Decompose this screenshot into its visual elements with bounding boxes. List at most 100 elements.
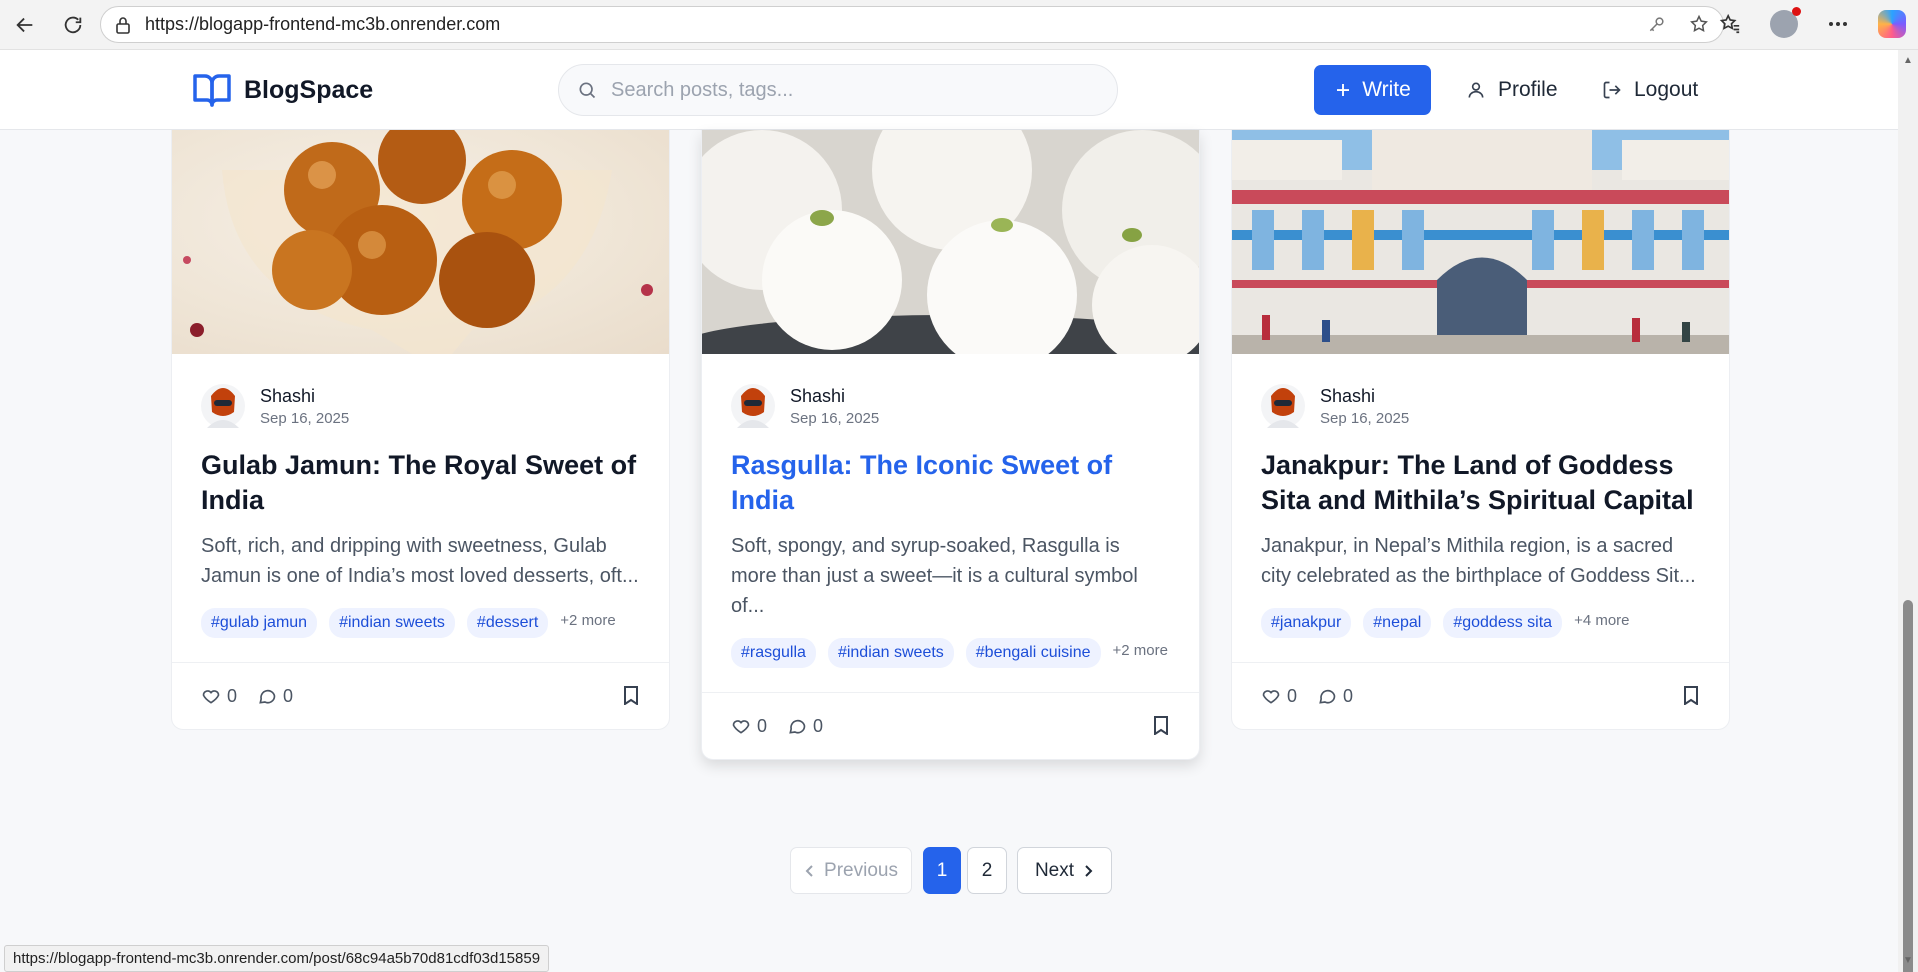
- author-name[interactable]: Shashi: [790, 386, 879, 407]
- url-text: https://blogapp-frontend-mc3b.onrender.c…: [145, 14, 501, 34]
- address-bar[interactable]: https://blogapp-frontend-mc3b.onrender.c…: [100, 6, 1724, 43]
- reload-button[interactable]: [56, 8, 90, 42]
- tag-chip[interactable]: #dessert: [466, 608, 549, 638]
- next-label: Next: [1034, 859, 1075, 881]
- page-scrollbar[interactable]: ▲ ▼: [1898, 50, 1918, 972]
- post-date: Sep 16, 2025: [790, 409, 880, 427]
- tag-chip[interactable]: #goddess sita: [1443, 608, 1563, 638]
- logout-icon: [1603, 81, 1621, 99]
- chevron-left-icon: [805, 864, 813, 877]
- comment-button[interactable]: 0: [787, 716, 823, 737]
- like-count: 0: [227, 685, 238, 706]
- favorites-icon[interactable]: [1714, 8, 1746, 40]
- author-name[interactable]: Shashi: [1320, 386, 1409, 407]
- reload-icon: [64, 16, 82, 33]
- tag-chip[interactable]: #indian sweets: [329, 608, 455, 638]
- back-arrow-icon: [16, 17, 33, 32]
- page-number: 2: [981, 859, 993, 881]
- tag-chip[interactable]: #bengali cuisine: [965, 638, 1101, 668]
- post-cover-image[interactable]: [172, 130, 669, 354]
- post-card[interactable]: Shashi Sep 16, 2025 Rasgulla: The Iconic…: [701, 130, 1200, 760]
- post-date: Sep 16, 2025: [1320, 409, 1410, 427]
- bookmark-icon[interactable]: [622, 685, 640, 705]
- bookmark-icon[interactable]: [1682, 685, 1700, 705]
- plus-icon: [1337, 84, 1350, 96]
- brand-logo[interactable]: BlogSpace: [192, 72, 373, 108]
- author-avatar[interactable]: [1261, 382, 1305, 430]
- site-info-icon: [116, 16, 130, 34]
- like-count: 0: [757, 715, 768, 736]
- heart-icon: [1262, 690, 1280, 704]
- post-excerpt: Soft, spongy, and syrup-soaked, Rasgulla…: [731, 535, 1138, 617]
- like-button[interactable]: 0: [201, 686, 237, 707]
- more-tags: +2 more: [560, 611, 616, 629]
- key-icon[interactable]: [1647, 14, 1667, 34]
- pagination: Previous 1 2 Next: [0, 847, 1898, 894]
- next-page-button[interactable]: Next: [1017, 847, 1112, 894]
- tag-chip[interactable]: #nepal: [1363, 608, 1432, 638]
- post-date: Sep 16, 2025: [260, 409, 350, 427]
- profile-label: Profile: [1498, 78, 1558, 101]
- post-title[interactable]: Janakpur: The Land of Goddess Sita and M…: [1261, 448, 1700, 518]
- heart-icon: [202, 690, 220, 704]
- profile-avatar[interactable]: [1768, 7, 1801, 40]
- back-button[interactable]: [8, 8, 42, 42]
- copilot-icon[interactable]: [1876, 8, 1908, 40]
- profile-link[interactable]: Profile: [1466, 65, 1558, 115]
- post-card[interactable]: Shashi Sep 16, 2025 Janakpur: The Land o…: [1231, 130, 1730, 730]
- bookmark-icon[interactable]: [1152, 715, 1170, 735]
- write-label: Write: [1362, 78, 1411, 101]
- post-title[interactable]: Gulab Jamun: The Royal Sweet of India: [201, 448, 640, 518]
- more-tags: +4 more: [1574, 611, 1630, 629]
- previous-label: Previous: [824, 859, 898, 881]
- search-input[interactable]: [611, 78, 1071, 102]
- brand-name: BlogSpace: [244, 75, 374, 104]
- scroll-down-arrow-icon[interactable]: ▼: [1903, 956, 1913, 966]
- scroll-thumb[interactable]: [1903, 600, 1913, 972]
- logout-label: Logout: [1634, 78, 1699, 101]
- page-button-1[interactable]: 1: [923, 847, 961, 894]
- write-button[interactable]: Write: [1314, 65, 1431, 115]
- comment-count: 0: [813, 715, 824, 736]
- previous-page-button[interactable]: Previous: [790, 847, 912, 894]
- tag-chip[interactable]: #rasgulla: [731, 638, 816, 668]
- post-cover-image[interactable]: [702, 130, 1199, 354]
- like-count: 0: [1287, 685, 1298, 706]
- comment-button[interactable]: 0: [257, 686, 293, 707]
- page-number: 1: [936, 859, 948, 881]
- comment-button[interactable]: 0: [1317, 686, 1353, 707]
- tag-chip[interactable]: #gulab jamun: [201, 608, 318, 638]
- tag-chip[interactable]: #indian sweets: [827, 638, 954, 668]
- page-button-2[interactable]: 2: [967, 847, 1007, 894]
- author-avatar[interactable]: [731, 382, 775, 430]
- comment-count: 0: [1343, 685, 1354, 706]
- favorite-star-icon[interactable]: [1689, 14, 1709, 34]
- scroll-up-arrow-icon[interactable]: ▲: [1903, 56, 1913, 66]
- comment-icon: [259, 689, 276, 704]
- link-status-bar: https://blogapp-frontend-mc3b.onrender.c…: [4, 945, 550, 972]
- tag-chip[interactable]: #janakpur: [1261, 608, 1352, 638]
- more-menu-icon[interactable]: [1822, 8, 1854, 40]
- author-name[interactable]: Shashi: [260, 386, 349, 407]
- post-title[interactable]: Rasgulla: The Iconic Sweet of India: [731, 448, 1170, 518]
- open-book-icon: [193, 74, 231, 107]
- more-tags: +2 more: [1112, 641, 1168, 659]
- search-box[interactable]: [558, 64, 1118, 116]
- like-button[interactable]: 0: [731, 716, 767, 737]
- post-cover-image[interactable]: [1232, 130, 1729, 354]
- post-excerpt: Soft, rich, and dripping with sweetness,…: [201, 535, 639, 587]
- logout-link[interactable]: Logout: [1602, 65, 1698, 115]
- post-excerpt: Janakpur, in Nepal’s Mithila region, is …: [1261, 535, 1696, 587]
- comment-icon: [1319, 689, 1336, 704]
- comment-icon: [789, 719, 806, 734]
- browser-toolbar: https://blogapp-frontend-mc3b.onrender.c…: [0, 0, 1918, 50]
- like-button[interactable]: 0: [1261, 686, 1297, 707]
- comment-count: 0: [283, 685, 294, 706]
- post-card[interactable]: Shashi Sep 16, 2025 Gulab Jamun: The Roy…: [171, 130, 670, 730]
- user-icon: [1468, 82, 1484, 98]
- heart-icon: [732, 720, 750, 734]
- search-icon: [579, 82, 596, 99]
- author-avatar[interactable]: [201, 382, 245, 430]
- chevron-right-icon: [1085, 864, 1093, 877]
- app-header: BlogSpace Write Profile Logout: [0, 50, 1898, 130]
